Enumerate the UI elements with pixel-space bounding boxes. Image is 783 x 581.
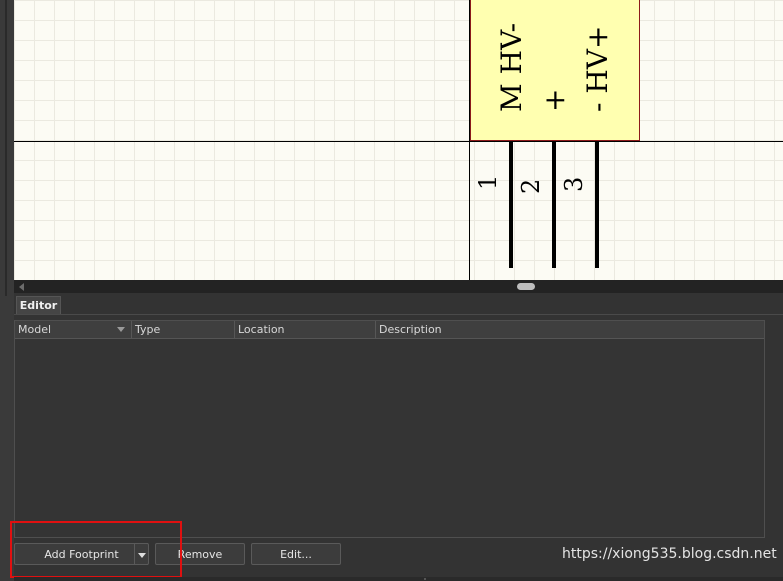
sheet-horizontal-line	[14, 141, 783, 142]
pin-number-1: 1	[474, 174, 502, 190]
scrollbar-thumb[interactable]	[517, 283, 535, 290]
column-label-type: Type	[135, 323, 161, 336]
pin-number-2: 2	[517, 178, 545, 194]
pin-3-line[interactable]	[595, 141, 599, 268]
edit-button[interactable]: Edit...	[251, 543, 341, 565]
schematic-canvas[interactable]: M HV- + - HV+ 1 2 3	[14, 0, 783, 280]
pin-name-2: +	[538, 88, 571, 112]
column-header-description[interactable]: Description	[376, 321, 764, 338]
tab-editor[interactable]: Editor	[16, 296, 61, 315]
add-footprint-button[interactable]: Add Footprint	[14, 543, 148, 565]
left-panel-edge	[0, 0, 15, 581]
left-panel-divider	[5, 0, 7, 296]
tab-divider	[14, 314, 783, 315]
watermark: https://xiong535.blog.csdn.net	[562, 546, 777, 562]
pin-name-3: - HV+	[581, 25, 614, 112]
pin-2-line[interactable]	[552, 141, 556, 268]
pin-name-1: M HV-	[495, 22, 528, 112]
horizontal-scrollbar[interactable]	[14, 280, 783, 293]
arrow-left-icon[interactable]	[19, 283, 24, 291]
models-table[interactable]: Model Type Location Description	[14, 320, 765, 538]
column-header-location[interactable]: Location	[235, 321, 376, 338]
chevron-down-icon	[138, 553, 146, 558]
pin-1-line[interactable]	[509, 141, 513, 268]
column-label-model: Model	[18, 323, 52, 336]
bottom-divider	[14, 577, 783, 581]
column-header-type[interactable]: Type	[132, 321, 235, 338]
remove-button[interactable]: Remove	[155, 543, 245, 565]
column-header-model[interactable]: Model	[15, 321, 132, 338]
column-label-location: Location	[238, 323, 285, 336]
sort-down-icon[interactable]	[117, 327, 125, 332]
editor-panel: Editor Model Type Location Description A…	[10, 293, 783, 581]
divider-grip[interactable]	[424, 578, 426, 580]
column-label-description: Description	[379, 323, 442, 336]
add-footprint-dropdown[interactable]	[134, 543, 149, 565]
table-header: Model Type Location Description	[15, 321, 764, 339]
pin-number-3: 3	[560, 176, 588, 192]
